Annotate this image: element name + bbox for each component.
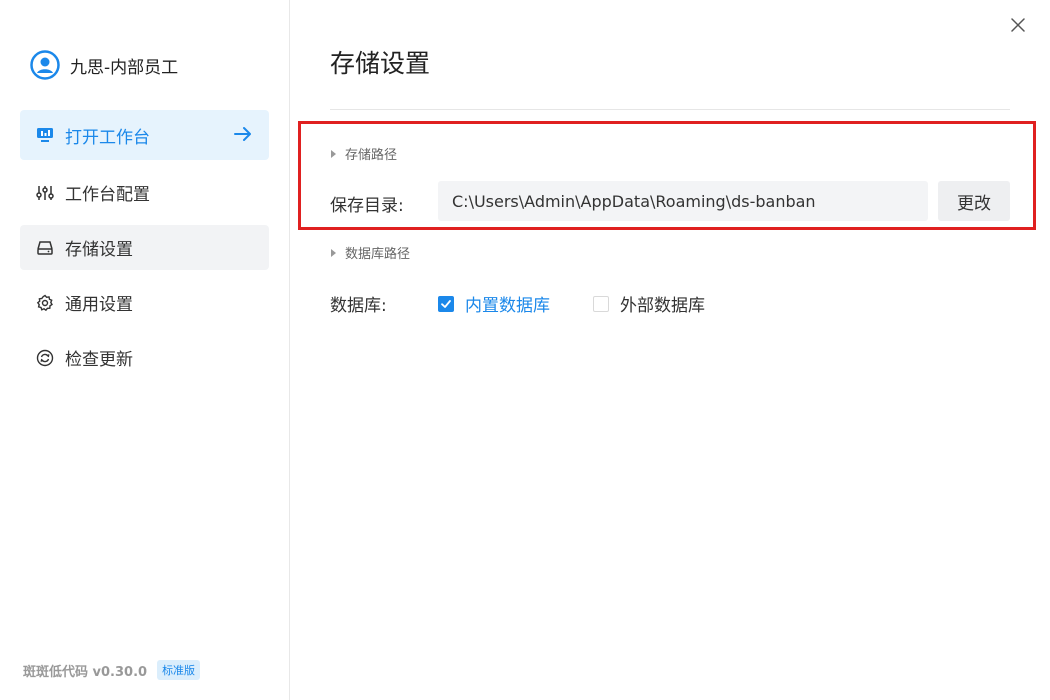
close-icon — [1011, 18, 1025, 32]
sidebar-item-storage[interactable]: 存储设置 — [20, 225, 269, 270]
divider — [330, 109, 1010, 110]
sidebar-item-label: 存储设置 — [65, 240, 133, 260]
sliders-icon — [36, 184, 54, 202]
sidebar-nav: 打开工作台 工作台配置 存储设置 通用设置 检查更新 — [20, 110, 269, 390]
external-db-checkbox[interactable]: 外部数据库 — [593, 291, 705, 316]
open-workbench-button[interactable]: 打开工作台 — [20, 110, 269, 160]
hard-drive-icon — [36, 239, 54, 257]
open-workbench-label: 打开工作台 — [65, 127, 150, 148]
checkbox-label: 内置数据库 — [465, 296, 550, 316]
section-label: 存储路径 — [345, 148, 398, 163]
db-path-section-toggle[interactable]: 数据库路径 — [331, 243, 410, 262]
sidebar-item-label: 通用设置 — [65, 295, 133, 315]
sidebar-item-check-updates[interactable]: 检查更新 — [20, 335, 269, 380]
gear-icon — [36, 294, 54, 312]
storage-path-section-toggle[interactable]: 存储路径 — [331, 144, 397, 163]
sidebar: 九思-内部员工 打开工作台 工作台配置 存储设置 通用设置 检查更新 斑斑低代码… — [0, 0, 290, 700]
user-avatar-icon — [30, 50, 60, 80]
sidebar-item-label: 检查更新 — [65, 350, 133, 370]
checkbox-unchecked-icon — [593, 295, 609, 312]
checkbox-label: 外部数据库 — [620, 296, 705, 316]
close-button[interactable] — [1008, 15, 1028, 35]
user-name: 九思-内部员工 — [70, 57, 179, 78]
caret-right-icon — [331, 149, 336, 158]
change-button[interactable]: 更改 — [938, 181, 1010, 221]
checkbox-checked-icon — [438, 295, 454, 312]
sidebar-item-general[interactable]: 通用设置 — [20, 280, 269, 325]
db-label: 数据库: — [330, 296, 387, 316]
version-text: 斑斑低代码 v0.30.0 — [23, 664, 148, 680]
user-profile: 九思-内部员工 — [30, 50, 178, 80]
save-dir-label: 保存目录: — [330, 196, 404, 216]
monitor-icon — [36, 126, 54, 144]
refresh-icon — [36, 349, 54, 367]
save-dir-field[interactable]: C:\Users\Admin\AppData\Roaming\ds-banban — [438, 181, 928, 221]
arrow-right-icon — [233, 124, 253, 149]
edition-badge: 标准版 — [157, 660, 201, 680]
sidebar-item-label: 工作台配置 — [65, 185, 150, 205]
sidebar-item-workbench-config[interactable]: 工作台配置 — [20, 170, 269, 215]
builtin-db-checkbox[interactable]: 内置数据库 — [438, 291, 550, 316]
app-version-footer: 斑斑低代码 v0.30.0 标准版 — [23, 660, 201, 680]
page-title: 存储设置 — [330, 49, 431, 78]
section-label: 数据库路径 — [345, 247, 411, 262]
caret-right-icon — [331, 248, 336, 257]
